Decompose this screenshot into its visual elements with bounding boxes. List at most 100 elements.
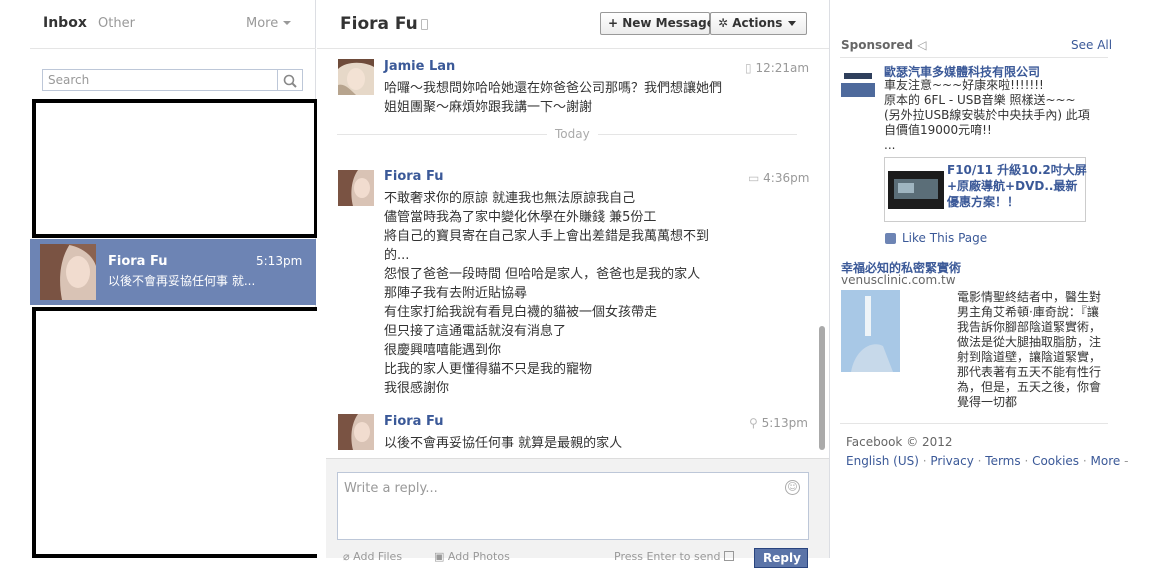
ad-image <box>888 171 944 209</box>
message-line: 不敢奢求你的原諒 就連我也無法原諒我自己 <box>384 191 636 206</box>
chevron-down-icon <box>283 21 292 25</box>
message-line: 比我的家人更懂得貓不只是我的寵物 <box>384 362 593 377</box>
ad-image[interactable] <box>841 290 900 372</box>
add-photos-button[interactable]: ▣ Add Photos <box>434 550 510 563</box>
sponsored-label: Sponsored <box>841 38 914 52</box>
message-time: ▭ 4:36pm <box>748 171 809 185</box>
ad-body: 電影情聖終結者中，醫生對男主角艾希頓·庫奇說：『讓我告訴你腳部陰道緊實術，做法是… <box>957 290 1102 409</box>
ad-title: F10/11 升級10.2吋大屏+原廠導航+DVD..最新優惠方案！！ <box>947 163 1087 209</box>
reply-input[interactable]: Write a reply... <box>337 472 809 540</box>
footer-links: English (US) · Privacy · Terms · Cookies… <box>846 454 1128 468</box>
message-time-text: 4:36pm <box>763 171 810 185</box>
reply-button[interactable]: Reply <box>754 548 808 568</box>
copyright: Facebook © 2012 <box>846 435 953 449</box>
thread-snippet: 以後不會再妥協任何事 就... <box>108 274 256 288</box>
footer-link-cookies[interactable]: Cookies <box>1032 454 1079 468</box>
thread-item-selected[interactable]: Fiora Fu 5:13pm 以後不會再妥協任何事 就... <box>30 239 316 305</box>
ad-body-line: 自價值19000元唷!! <box>884 123 992 137</box>
message-body: 以後不會再妥協任何事 就算是最親的家人 <box>384 434 754 453</box>
message-body: 哈囉～我想問妳哈哈她還在妳爸爸公司那嗎？我們想讓她們 姐姐團聚～麻煩妳跟我講一下… <box>384 79 754 117</box>
thumbs-up-icon <box>885 233 896 244</box>
ad-card[interactable]: F10/11 升級10.2吋大屏+原廠導航+DVD..最新優惠方案！！ <box>884 157 1087 222</box>
thread-time: 5:13pm <box>256 254 303 268</box>
message-time: ⚲ 5:13pm <box>749 416 808 430</box>
message-line: 的... <box>384 248 410 263</box>
emoticon-icon[interactable]: ☺ <box>785 480 800 495</box>
sponsored-heading: Sponsored ◁ <box>841 38 926 52</box>
message-line: 哈囉～我想問妳哈哈她還在妳爸爸公司那嗎？我們想讓她們 <box>384 81 723 96</box>
chevron-down-icon <box>788 21 797 26</box>
redacted-thread-block <box>32 307 324 558</box>
separator: · <box>1079 454 1091 468</box>
chat-icon: ▭ <box>748 171 760 185</box>
conversation-title: Fiora Fu <box>340 14 418 34</box>
tab-inbox[interactable]: Inbox <box>43 15 87 31</box>
ad-body-line: ... <box>884 138 896 152</box>
divider <box>840 57 1108 58</box>
more-dropdown[interactable]: More <box>246 16 292 31</box>
message-time-text: 5:13pm <box>761 416 808 430</box>
conversation-pane: Fiora Fu + New Message ✲ Actions Jamie L… <box>317 0 829 568</box>
message-line: 儘管當時我為了家中變化休學在外賺錢 兼5份工 <box>384 210 657 225</box>
caret-icon: - <box>1120 454 1129 468</box>
separator: · <box>1020 454 1033 468</box>
footer-link-privacy[interactable]: Privacy <box>930 454 973 468</box>
search-input[interactable]: Search <box>42 69 278 91</box>
message-line: 我很感謝你 <box>384 381 450 396</box>
paperclip-icon: ⌀ <box>343 550 350 563</box>
divider <box>30 48 316 49</box>
see-all-link[interactable]: See All <box>1071 38 1112 52</box>
ad-body: 車友注意~~~好康來啦!!!!!!! 原本的 6FL - USB音樂 照樣送~~… <box>884 78 1114 153</box>
location-pin-icon: ⚲ <box>749 416 758 430</box>
mobile-icon <box>421 19 428 30</box>
search-button[interactable] <box>278 69 303 91</box>
press-enter-label: Press Enter to send <box>614 550 721 563</box>
checkbox[interactable] <box>723 551 734 561</box>
message-time: ▯ 12:21am <box>745 61 809 75</box>
add-files-button[interactable]: ⌀ Add Files <box>343 550 402 563</box>
avatar[interactable] <box>338 59 374 95</box>
message-sender[interactable]: Fiora Fu <box>384 169 443 184</box>
message-time-text: 12:21am <box>755 61 810 75</box>
avatar <box>40 244 96 300</box>
thread-name: Fiora Fu <box>108 254 168 269</box>
megaphone-icon: ◁ <box>917 38 927 52</box>
separator: · <box>918 454 931 468</box>
actions-button[interactable]: ✲ Actions <box>710 12 807 35</box>
ad-domain: venusclinic.com.tw <box>841 273 956 287</box>
avatar[interactable] <box>338 414 374 450</box>
ad-body-line: 原本的 6FL - USB音樂 照樣送~~~ <box>884 93 1076 107</box>
right-sidebar: Sponsored ◁ See All 歐瑟汽車多媒體科技有限公司 車友注意~~… <box>829 0 1150 558</box>
message-line: 但只接了這通電話就沒有消息了 <box>384 324 567 339</box>
like-page-link[interactable]: Like This Page <box>902 231 987 245</box>
add-photos-label: Add Photos <box>447 550 510 563</box>
message-line: 很慶興嘻嘻能遇到你 <box>384 343 502 358</box>
message-line: 以後不會再妥協任何事 就算是最親的家人 <box>384 436 623 451</box>
message-line: 姐姐團聚～麻煩妳跟我講一下～謝謝 <box>384 100 593 115</box>
redacted-thread-block <box>32 99 318 238</box>
tab-other[interactable]: Other <box>98 16 135 31</box>
scrollbar-thumb[interactable] <box>819 326 825 450</box>
ad-image[interactable] <box>841 63 875 97</box>
message-line: 將自己的寶貝寄在自己家人手上會出差錯是我萬萬想不到 <box>384 229 710 244</box>
add-files-label: Add Files <box>353 550 403 563</box>
footer-link-language[interactable]: English (US) <box>846 454 919 468</box>
divider <box>317 48 829 49</box>
press-enter-to-send[interactable]: Press Enter to send <box>614 550 734 563</box>
mobile-icon: ▯ <box>745 61 752 75</box>
footer-link-terms[interactable]: Terms <box>985 454 1020 468</box>
message-line: 有住家打給我說有看見白襪的貓被一個女孩帶走 <box>384 305 658 320</box>
footer-link-more[interactable]: More <box>1091 454 1121 468</box>
separator: · <box>973 454 986 468</box>
message-sender[interactable]: Jamie Lan <box>384 59 455 74</box>
ad-body-line: (另外拉USB線安裝於中央扶手內) 此項 <box>884 108 1090 122</box>
message-sender[interactable]: Fiora Fu <box>384 414 443 429</box>
avatar[interactable] <box>338 170 374 206</box>
thread-list-pane: Inbox Other More Search Fiora Fu 5:13pm … <box>30 0 324 558</box>
actions-label: Actions <box>732 16 783 30</box>
day-divider-label: Today <box>547 127 598 141</box>
new-message-button[interactable]: + New Message <box>600 12 715 35</box>
message-body: 不敢奢求你的原諒 就連我也無法原諒我自己 儘管當時我為了家中變化休學在外賺錢 兼… <box>384 189 754 398</box>
divider <box>840 423 1108 424</box>
gear-icon: ✲ <box>718 16 729 30</box>
